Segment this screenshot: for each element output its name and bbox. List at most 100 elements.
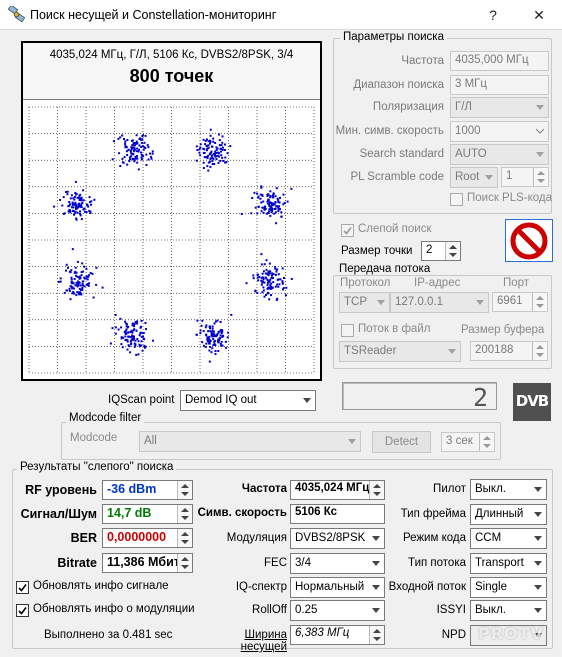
bitrate-spinner[interactable] <box>177 554 192 572</box>
port-spinner[interactable] <box>532 293 547 311</box>
frame-type-select[interactable]: Длинный <box>470 504 547 525</box>
chevron-down-icon <box>534 487 542 492</box>
protocol-select[interactable]: TCP <box>339 292 390 313</box>
constellation-point <box>214 353 217 355</box>
pls-search-checkbox[interactable] <box>450 193 463 206</box>
constellation-point <box>78 287 81 290</box>
rf-level-spinner[interactable] <box>177 481 192 499</box>
constellation-point <box>95 283 98 286</box>
port-field[interactable]: 6961 <box>492 292 548 312</box>
constellation-point <box>111 158 114 161</box>
stream-to-file-checkbox[interactable] <box>341 324 354 337</box>
constellation-point <box>195 333 198 336</box>
constellation-point <box>85 277 88 280</box>
frequency-field[interactable]: 4035,000 МГц <box>450 51 549 71</box>
pls-code-field[interactable]: 1 <box>501 167 549 187</box>
stream-reader-select[interactable]: TSReader <box>339 341 461 362</box>
iq-spectrum-select[interactable]: Нормальный <box>290 577 385 598</box>
modulation-select[interactable]: DVBS2/8PSK <box>290 528 385 549</box>
buffer-size-spinner[interactable] <box>532 342 547 360</box>
constellation-point <box>92 296 95 299</box>
update-modulation-checkbox[interactable] <box>16 604 29 617</box>
search-range-field[interactable]: 3 МГц <box>450 75 549 95</box>
pls-code-spinner[interactable] <box>533 168 548 186</box>
constellation-point <box>65 263 68 266</box>
rf-level-field: -36 dBm <box>102 480 193 500</box>
stream-type-select[interactable]: Transport <box>470 553 547 574</box>
constellation-point <box>211 154 214 157</box>
constellation-point <box>131 322 134 325</box>
buffer-size-field[interactable]: 200188 <box>470 341 548 361</box>
iqscan-point-select[interactable]: Demod IQ out <box>180 390 316 411</box>
constellation-point <box>217 341 220 344</box>
constellation-point <box>150 157 153 160</box>
pilot-select[interactable]: Выкл. <box>470 479 547 500</box>
blind-search-checkbox[interactable] <box>341 224 354 237</box>
constellation-point <box>72 291 75 293</box>
constellation-point <box>263 295 266 298</box>
constellation-point <box>212 140 215 143</box>
chevron-down-icon <box>536 152 544 157</box>
constellation-point <box>260 201 263 204</box>
constellation-point <box>125 338 128 341</box>
stop-button[interactable] <box>505 219 553 262</box>
constellation-point <box>211 156 214 159</box>
point-size-field[interactable]: 2 <box>421 241 461 261</box>
polarization-select[interactable]: Г/Л <box>450 97 549 118</box>
issyi-select[interactable]: Выкл. <box>470 600 547 621</box>
constellation-point <box>140 319 143 322</box>
constellation-point <box>221 148 224 151</box>
point-size-spinner[interactable] <box>445 242 460 260</box>
constellation-point <box>119 317 122 320</box>
constellation-point <box>207 340 210 343</box>
fec-select[interactable]: 3/4 <box>290 553 385 574</box>
snr-spinner[interactable] <box>177 505 192 523</box>
constellation-point <box>217 161 220 164</box>
constellation-point <box>143 344 146 347</box>
constellation-point <box>217 350 220 352</box>
constellation-point <box>134 155 137 158</box>
update-signal-checkbox[interactable] <box>16 581 29 594</box>
constellation-point <box>211 145 214 148</box>
constellation-point <box>281 281 284 284</box>
watermark-logo: PROTV <box>478 624 544 643</box>
detect-interval-value: 3 сек <box>446 435 473 447</box>
search-standard-select[interactable]: AUTO <box>450 144 549 165</box>
fec-label: FEC <box>264 557 287 569</box>
detect-interval-field[interactable]: 3 сек <box>441 432 495 452</box>
bandwidth-label[interactable]: Ширина несущей <box>196 629 287 653</box>
constellation-point <box>199 146 202 149</box>
input-stream-select[interactable]: Single <box>470 577 547 598</box>
protocol-label: Протокол <box>340 277 391 289</box>
modcode-select[interactable]: All <box>139 431 361 452</box>
constellation-point <box>134 148 136 151</box>
stream-type-value: Transport <box>475 557 524 569</box>
detect-button[interactable]: Detect <box>372 431 431 453</box>
constellation-point <box>204 156 207 159</box>
constellation-point <box>211 327 214 330</box>
constellation-point <box>277 199 280 202</box>
ip-address-select[interactable]: 127.0.0.1 <box>390 292 489 313</box>
constellation-point <box>218 133 220 136</box>
rolloff-select[interactable]: 0.25 <box>290 600 385 621</box>
min-symbol-rate-select[interactable]: 1000 <box>450 121 549 142</box>
constellation-point <box>85 267 88 270</box>
stream-to-file-label: Поток в файл <box>358 323 431 335</box>
constellation-point <box>198 148 201 151</box>
constellation-point <box>221 344 224 347</box>
detect-interval-spinner[interactable] <box>479 433 494 451</box>
bandwidth-spinner[interactable] <box>369 626 384 644</box>
frequency-result-spinner[interactable] <box>369 481 384 499</box>
constellation-point <box>204 326 207 329</box>
constellation-point <box>274 201 277 204</box>
help-button[interactable]: ? <box>470 0 516 30</box>
constellation-point <box>220 144 223 147</box>
constellation-point <box>62 196 65 199</box>
constellation-point <box>260 185 263 188</box>
code-mode-select[interactable]: CCM <box>470 528 547 549</box>
constellation-point <box>88 196 91 199</box>
pls-mode-select[interactable]: Root <box>450 167 498 188</box>
ber-spinner[interactable] <box>177 529 192 547</box>
constellation-point <box>130 330 133 333</box>
close-button[interactable]: ✕ <box>516 0 562 30</box>
